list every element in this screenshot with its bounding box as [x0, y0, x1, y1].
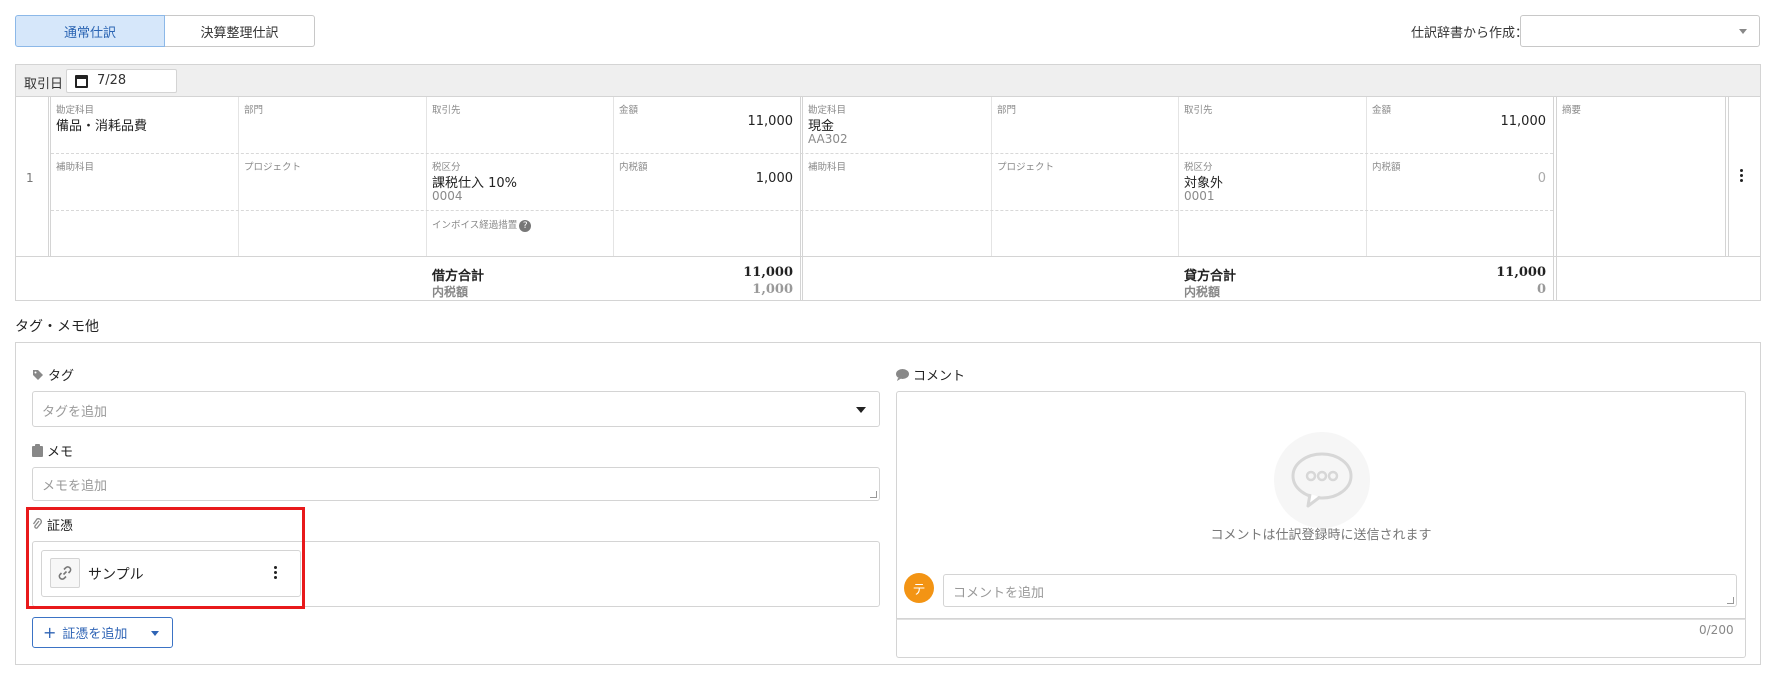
- credit-department-label: 部門: [997, 105, 1017, 116]
- comment-placeholder: コメントを追加: [953, 586, 1045, 601]
- credit-tax-label: 税区分: [1184, 162, 1213, 173]
- invoice-transition-label: インボイス経過措置?: [432, 217, 532, 232]
- credit-account-code: AA302: [808, 132, 848, 146]
- debit-amount-label: 金額: [619, 105, 639, 116]
- summary-label: 摘要: [1562, 105, 1582, 116]
- section-title: タグ・メモ他: [15, 319, 99, 335]
- date-input[interactable]: 7/28: [66, 69, 177, 93]
- debit-total-label: 借方合計: [432, 269, 485, 284]
- resize-handle[interactable]: [870, 491, 877, 498]
- credit-tax-code: 0001: [1184, 189, 1215, 203]
- memo-input[interactable]: メモを追加: [32, 467, 880, 501]
- comment-compose: [896, 619, 1746, 658]
- journal-type-tabs: 通常仕訳 決算整理仕訳: [15, 15, 315, 47]
- debit-total-tax-label: 内税額: [432, 285, 469, 299]
- debit-tax-label: 税区分: [432, 162, 461, 173]
- date-value: 7/28: [97, 73, 127, 88]
- chevron-down-icon[interactable]: [151, 631, 159, 636]
- comment-counter: 0/200: [1699, 623, 1734, 637]
- debit-total: 11,000: [743, 265, 793, 280]
- debit-partner-label: 取引先: [432, 105, 461, 116]
- credit-account-label: 勘定科目: [808, 105, 847, 116]
- credit-total-tax-label: 内税額: [1184, 285, 1221, 299]
- row-number: 1: [26, 171, 34, 185]
- comment-input[interactable]: コメントを追加: [943, 574, 1737, 607]
- tab-normal-journal[interactable]: 通常仕訳: [15, 15, 165, 47]
- comment-empty-text: コメントは仕訳登録時に送信されます: [1210, 528, 1432, 543]
- tag-label: タグ: [32, 365, 74, 384]
- credit-partner-label: 取引先: [1184, 105, 1213, 116]
- date-bar: 取引日 7/28: [16, 65, 1760, 97]
- chevron-down-icon: [1739, 29, 1747, 34]
- comment-label: コメント: [896, 365, 965, 384]
- credit-tax-amount[interactable]: 0: [1396, 171, 1546, 186]
- debit-tax-code: 0004: [432, 189, 463, 203]
- credit-amount[interactable]: 11,000: [1396, 114, 1547, 129]
- credit-amount-label: 金額: [1372, 105, 1392, 116]
- plus-icon: +: [43, 622, 57, 642]
- tag-icon: [33, 369, 43, 380]
- debit-department-label: 部門: [244, 105, 264, 116]
- calendar-icon: [75, 75, 88, 88]
- tags-memo-panel: タグ タグを追加 メモ メモを追加 証憑 サンプル + 証憑を追加 コメント コ…: [15, 342, 1761, 665]
- date-label: 取引日: [24, 77, 64, 92]
- help-icon[interactable]: ?: [519, 219, 532, 232]
- credit-total: 11,000: [1496, 265, 1546, 280]
- add-evidence-button[interactable]: + 証憑を追加: [32, 617, 173, 648]
- row-more-icon[interactable]: [1740, 169, 1743, 184]
- debit-total-tax: 1,000: [752, 282, 793, 297]
- debit-tax-amount[interactable]: 1,000: [643, 171, 793, 186]
- memo-label: メモ: [32, 441, 73, 460]
- evidence-highlight: [26, 507, 305, 609]
- credit-project-label: プロジェクト: [997, 162, 1055, 173]
- debit-project-label: プロジェクト: [244, 162, 302, 173]
- journal-entry-table: 取引日 7/28 1 勘定科目 備品・消耗品費 部門 取引先 金額 11,000…: [15, 64, 1761, 301]
- debit-account-label: 勘定科目: [56, 105, 95, 116]
- credit-sub-account-label: 補助科目: [808, 162, 847, 173]
- credit-total-tax: 0: [1536, 282, 1546, 297]
- tag-placeholder: タグを追加: [42, 405, 108, 420]
- clipboard-icon: [32, 444, 43, 457]
- comment-empty-icon: [1274, 432, 1370, 528]
- debit-amount[interactable]: 11,000: [643, 114, 794, 129]
- dictionary-label: 仕訳辞書から作成：: [1410, 26, 1528, 41]
- debit-account[interactable]: 備品・消耗品費: [56, 115, 147, 134]
- resize-handle[interactable]: [1727, 597, 1734, 604]
- debit-sub-account-label: 補助科目: [56, 162, 95, 173]
- tag-select[interactable]: タグを追加: [32, 391, 880, 427]
- avatar: テ: [904, 573, 934, 603]
- comment-icon: [896, 368, 909, 381]
- tab-closing-journal[interactable]: 決算整理仕訳: [165, 15, 315, 47]
- chevron-down-icon: [856, 407, 866, 413]
- credit-total-label: 貸方合計: [1184, 269, 1237, 284]
- memo-placeholder: メモを追加: [42, 479, 108, 494]
- dictionary-select[interactable]: [1520, 15, 1760, 47]
